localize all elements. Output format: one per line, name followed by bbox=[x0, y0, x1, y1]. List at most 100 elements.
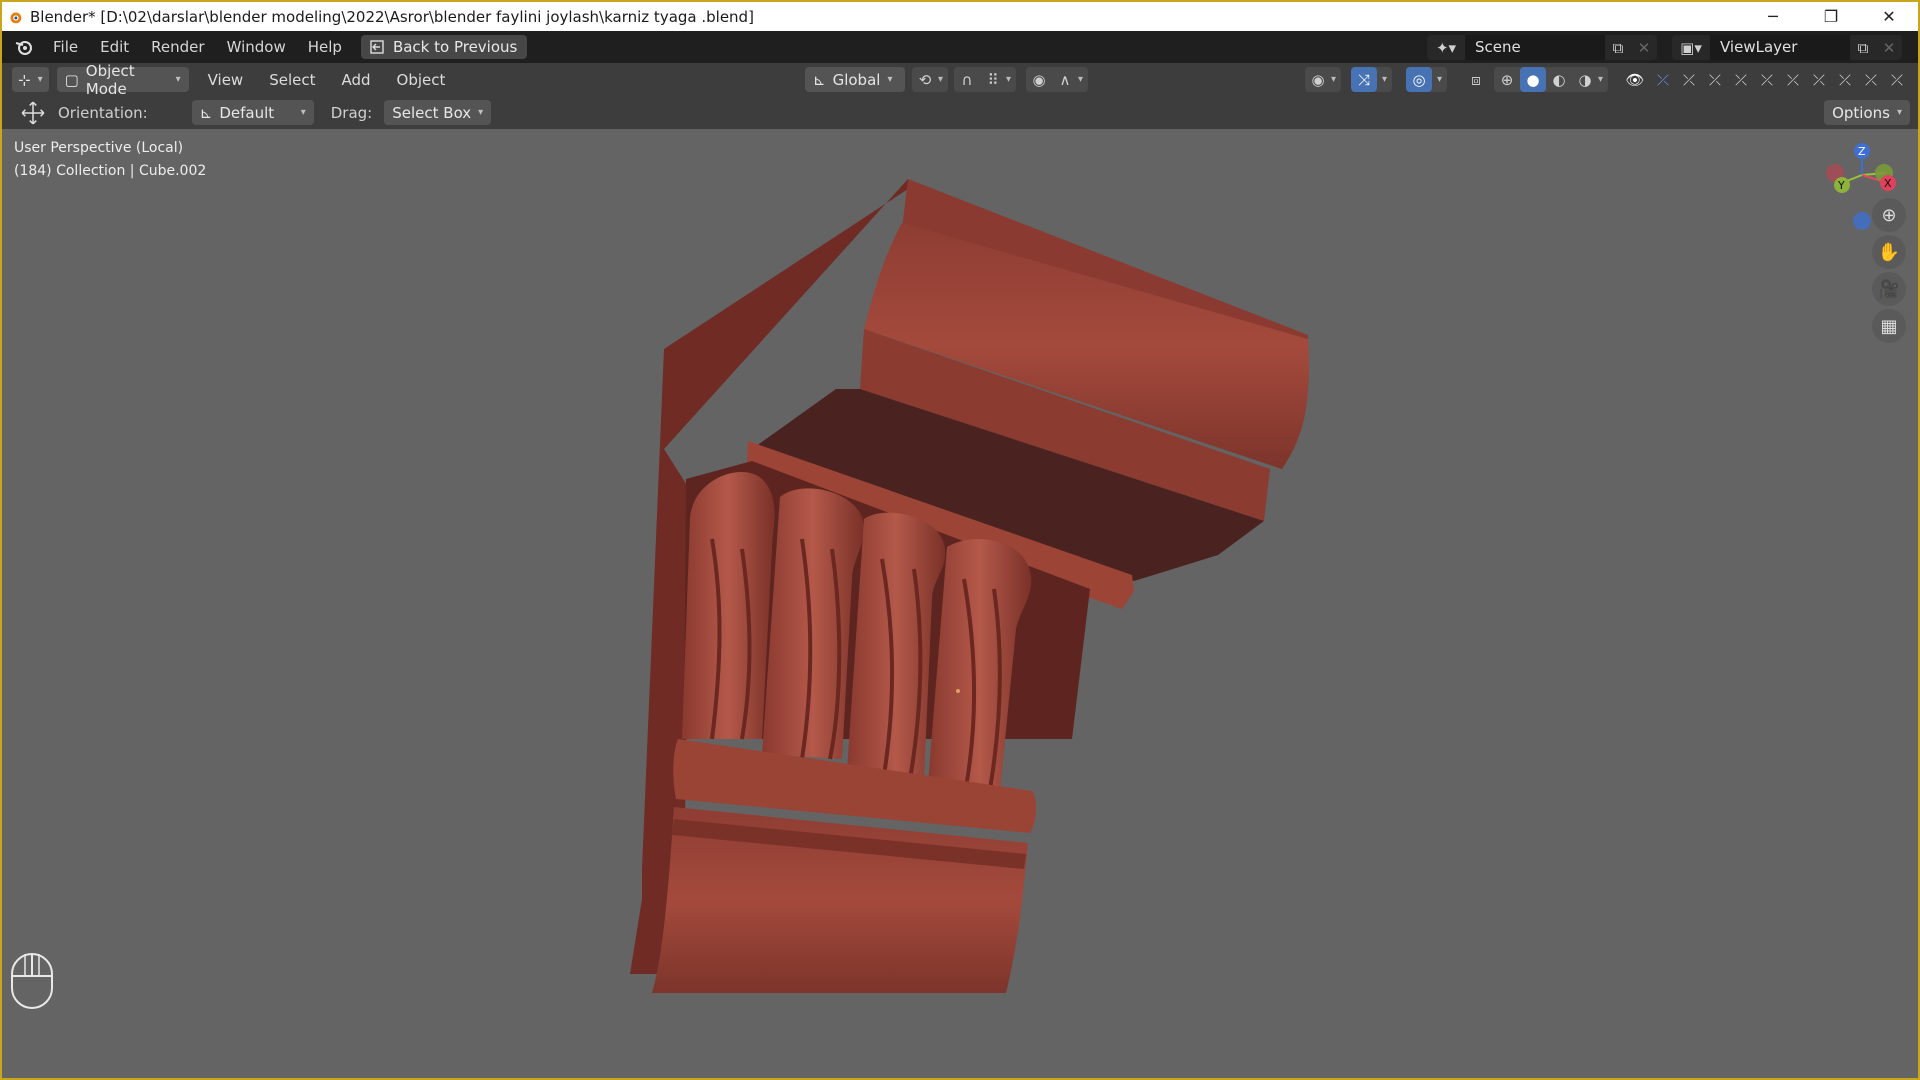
menu-help[interactable]: Help bbox=[297, 31, 353, 63]
orientation-value: Default bbox=[219, 103, 275, 122]
orientation-dropdown[interactable]: ⊾ Default ▾ bbox=[191, 100, 314, 125]
chevron-down-icon: ▾ bbox=[1078, 74, 1084, 85]
shading-group[interactable]: ⊕ ● ◐ ◑ ▾ bbox=[1494, 67, 1609, 92]
mouse-hint-icon bbox=[11, 953, 53, 1009]
snap-group[interactable]: ∩ ⠿ ▾ bbox=[954, 67, 1017, 92]
gizmo-group[interactable]: ⤨ ▾ bbox=[1351, 67, 1393, 92]
exclude-toggle-icon[interactable]: ⤫ bbox=[1702, 67, 1728, 92]
chevron-down-icon: ▾ bbox=[1382, 74, 1388, 85]
menu-select[interactable]: Select bbox=[256, 71, 328, 89]
menu-render[interactable]: Render bbox=[140, 31, 215, 63]
viewport-collection-text: (184) Collection | Cube.002 bbox=[14, 163, 207, 179]
top-menu-bar: File Edit Render Window Help Back to Pre… bbox=[2, 31, 1918, 63]
transform-orientation-label: Global bbox=[832, 70, 881, 89]
proportional-edit-group[interactable]: ◉ ∧ ▾ bbox=[1026, 67, 1089, 92]
scene-icon[interactable]: ✦▾ bbox=[1427, 35, 1465, 60]
minimize-button[interactable]: ─ bbox=[1744, 2, 1802, 31]
exclude-toggle-icon[interactable]: ⤫ bbox=[1728, 67, 1754, 92]
exclude-toggle-icon[interactable]: ⤫ bbox=[1676, 67, 1702, 92]
close-button[interactable]: ✕ bbox=[1860, 2, 1918, 31]
solid-shading-icon[interactable]: ● bbox=[1520, 67, 1546, 92]
scene-name-field[interactable]: Scene bbox=[1465, 35, 1605, 60]
menu-edit[interactable]: Edit bbox=[89, 31, 140, 63]
blender-menu-icon[interactable] bbox=[14, 37, 34, 57]
gizmo-z-label: Z bbox=[1858, 145, 1866, 158]
chevron-down-icon: ▾ bbox=[1006, 74, 1012, 85]
show-gizmo-icon[interactable]: ⤨ bbox=[1351, 67, 1377, 92]
xray-toggle-icon[interactable]: ⧈ bbox=[1463, 67, 1489, 92]
tool-settings-header: Orientation: ⊾ Default ▾ Drag: Select Bo… bbox=[2, 96, 1918, 129]
overlay-group[interactable]: ◎ ▾ bbox=[1406, 67, 1448, 92]
proportional-edit-icon[interactable]: ◉ bbox=[1026, 67, 1052, 92]
chevron-down-icon: ▾ bbox=[887, 74, 893, 85]
scene-selector[interactable]: ✦▾ Scene ⧉ ✕ bbox=[1427, 35, 1657, 60]
exclude-toggle-icon[interactable]: ⤫ bbox=[1858, 67, 1884, 92]
chevron-down-icon: ▾ bbox=[37, 74, 43, 85]
exclude-toggle-icon[interactable]: ⤫ bbox=[1832, 67, 1858, 92]
gizmo-y-label: Y bbox=[1837, 179, 1845, 192]
transform-move-icon bbox=[21, 101, 45, 124]
exclude-toggle-icon[interactable]: ⤫ bbox=[1806, 67, 1832, 92]
perspective-grid-icon[interactable]: ▦ bbox=[1872, 309, 1906, 343]
exclude-toggle-icon[interactable]: ⤫ bbox=[1754, 67, 1780, 92]
pivot-point-icon[interactable]: ⟲ bbox=[912, 67, 938, 92]
menu-add[interactable]: Add bbox=[329, 71, 384, 89]
gizmo-x-label: X bbox=[1884, 177, 1892, 190]
collection-exclude-toggles: ⤫ ⤫ ⤫ ⤫ ⤫ ⤫ ⤫ ⤫ ⤫ ⤫ bbox=[1650, 67, 1910, 92]
view-layer-icon[interactable]: ▣▾ bbox=[1672, 35, 1710, 60]
object-mode-icon: ▢ bbox=[64, 70, 79, 89]
back-to-previous-button[interactable]: Back to Previous bbox=[360, 35, 528, 59]
viewport-header: ⊹ ▾ ▢ Object Mode ▾ View Select Add Objec… bbox=[2, 62, 1918, 98]
eye-visibility-icon[interactable]: 👁 bbox=[1622, 67, 1648, 92]
chevron-down-icon: ▾ bbox=[300, 107, 306, 118]
exclude-toggle-icon[interactable]: ⤫ bbox=[1650, 67, 1676, 92]
menu-object[interactable]: Object bbox=[384, 71, 459, 89]
3d-viewport-icon: ⊹ bbox=[18, 70, 31, 89]
chevron-down-icon: ▾ bbox=[1331, 74, 1337, 85]
editor-type-dropdown[interactable]: ⊹ ▾ bbox=[12, 67, 49, 92]
options-label: Options bbox=[1832, 103, 1890, 122]
exclude-toggle-icon[interactable]: ⤫ bbox=[1884, 67, 1910, 92]
snap-magnet-icon[interactable]: ∩ bbox=[954, 67, 980, 92]
camera-view-icon[interactable]: 🎥 bbox=[1872, 272, 1906, 306]
show-overlays-icon[interactable]: ◎ bbox=[1406, 67, 1432, 92]
selectability-visibility-icon[interactable]: ◉ bbox=[1305, 67, 1331, 92]
drag-dropdown[interactable]: Select Box ▾ bbox=[384, 100, 492, 125]
options-dropdown[interactable]: Options ▾ bbox=[1824, 100, 1910, 125]
chevron-down-icon: ▾ bbox=[478, 107, 484, 118]
new-scene-icon[interactable]: ⧉ bbox=[1605, 35, 1631, 60]
chevron-down-icon: ▾ bbox=[1437, 74, 1443, 85]
mode-dropdown[interactable]: ▢ Object Mode ▾ bbox=[56, 62, 189, 98]
remove-view-layer-icon[interactable]: ✕ bbox=[1876, 35, 1902, 60]
new-view-layer-icon[interactable]: ⧉ bbox=[1850, 35, 1876, 60]
remove-scene-icon[interactable]: ✕ bbox=[1631, 35, 1657, 60]
menu-view[interactable]: View bbox=[195, 71, 257, 89]
wireframe-shading-icon[interactable]: ⊕ bbox=[1494, 67, 1520, 92]
orientation-label: Orientation: bbox=[58, 103, 148, 122]
falloff-curve-icon[interactable]: ∧ bbox=[1052, 67, 1078, 92]
visibility-group[interactable]: ◉ ▾ bbox=[1305, 67, 1342, 92]
menu-window[interactable]: Window bbox=[216, 31, 297, 63]
pan-hand-icon[interactable]: ✋ bbox=[1872, 235, 1906, 269]
chevron-down-icon: ▾ bbox=[1598, 74, 1604, 85]
maximize-button[interactable]: ❐ bbox=[1802, 2, 1860, 31]
transform-orientation-dropdown[interactable]: ⊾ Global ▾ bbox=[805, 67, 905, 92]
orientation-axes-icon: ⊾ bbox=[813, 70, 826, 89]
zoom-icon[interactable]: ⊕ bbox=[1872, 198, 1906, 232]
exclude-toggle-icon[interactable]: ⤫ bbox=[1780, 67, 1806, 92]
3d-viewport[interactable]: User Perspective (Local) (184) Collectio… bbox=[2, 129, 1918, 1078]
blender-logo-icon bbox=[10, 12, 22, 23]
chevron-down-icon: ▾ bbox=[938, 74, 944, 85]
drag-label: Drag: bbox=[330, 103, 373, 122]
menu-file[interactable]: File bbox=[42, 31, 89, 63]
view-layer-name-field[interactable]: ViewLayer bbox=[1710, 35, 1850, 60]
rendered-shading-icon[interactable]: ◑ bbox=[1572, 67, 1598, 92]
orientation-axes-icon: ⊾ bbox=[199, 103, 213, 122]
pivot-point-group[interactable]: ⟲ ▾ bbox=[912, 67, 949, 92]
view-layer-selector[interactable]: ▣▾ ViewLayer ⧉ ✕ bbox=[1672, 35, 1902, 60]
material-preview-icon[interactable]: ◐ bbox=[1546, 67, 1572, 92]
viewport-perspective-text: User Perspective (Local) bbox=[14, 140, 184, 156]
snap-increment-icon[interactable]: ⠿ bbox=[980, 67, 1006, 92]
window-title-bar: Blender* [D:\02\darslar\blender modeling… bbox=[2, 2, 1918, 31]
cornice-corbel-model[interactable] bbox=[602, 179, 1342, 999]
